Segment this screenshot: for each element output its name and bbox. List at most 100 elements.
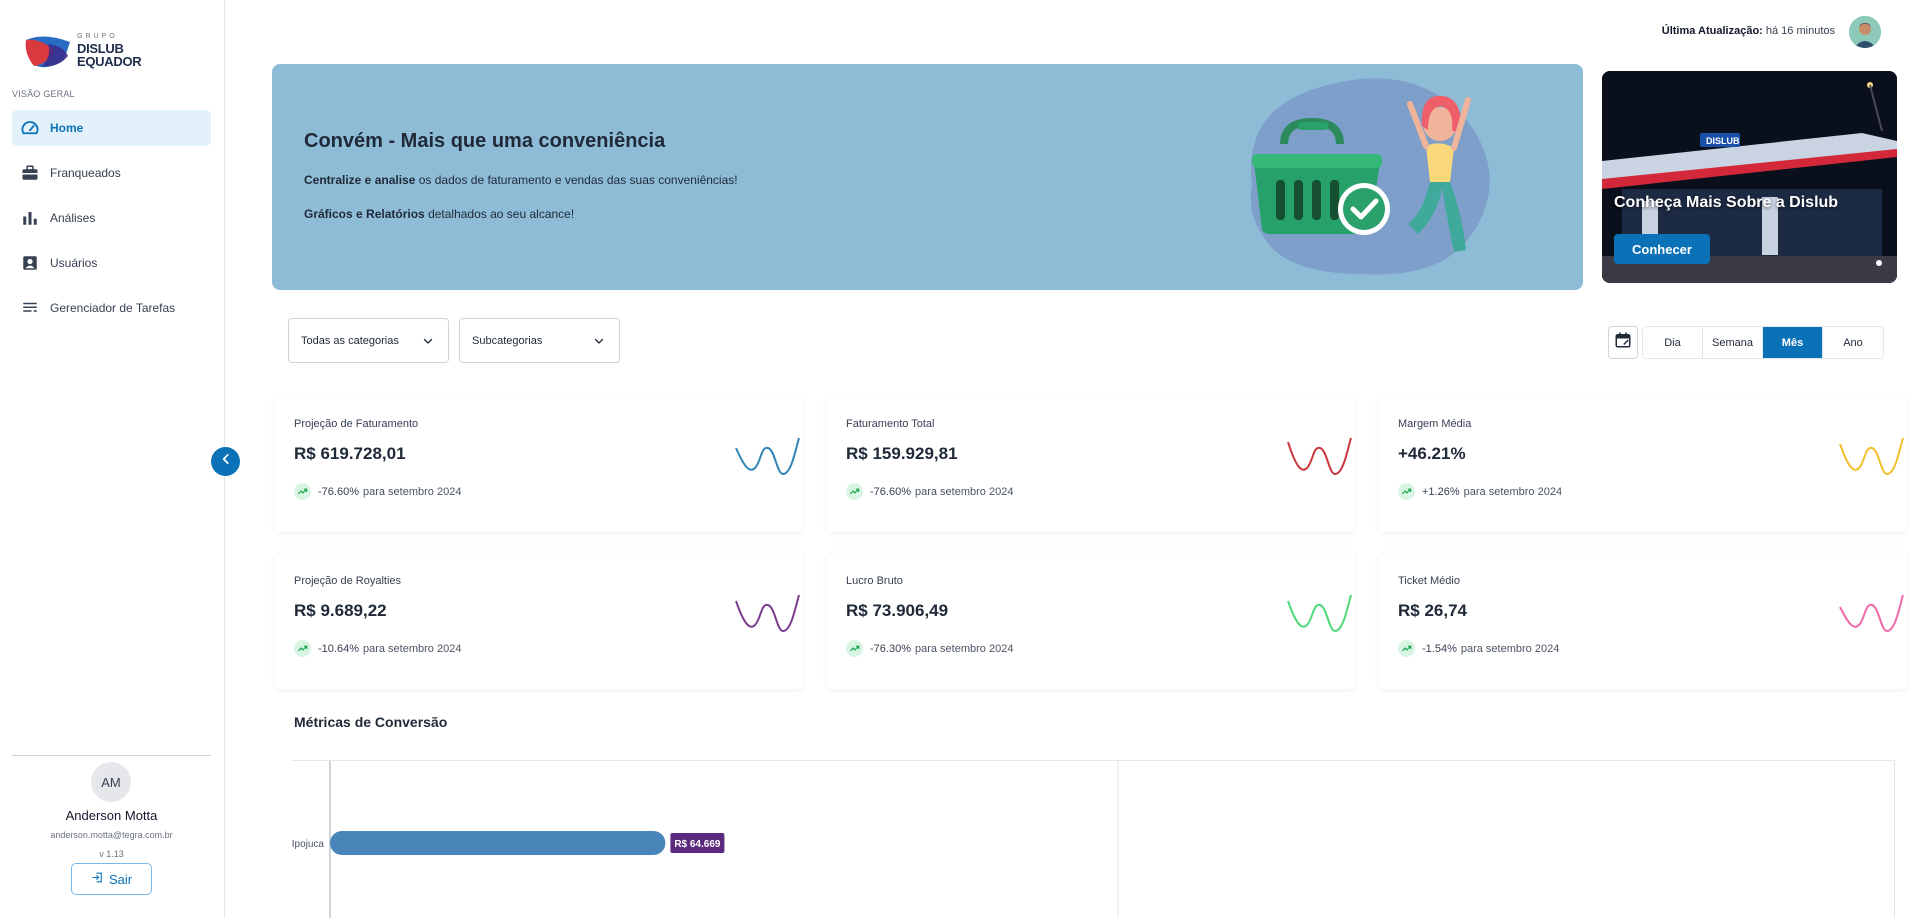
sidebar-item-label: Franqueados: [50, 166, 121, 180]
kpi-value: R$ 619.728,01: [294, 444, 406, 463]
kpi-card: Margem Média +46.21% +1.26% para setembr…: [1379, 396, 1907, 532]
calendar-button[interactable]: [1608, 326, 1638, 359]
kpi-sparkline: [1287, 437, 1352, 476]
sidebar-item-franqueados[interactable]: Franqueados: [12, 155, 211, 191]
trending-up-icon: [846, 640, 863, 657]
user-photo-icon: [1849, 16, 1881, 48]
promo-title: Conheça Mais Sobre a Dislub: [1614, 194, 1839, 211]
kpi-trend-pct: -76.60%: [318, 485, 359, 498]
last-update-value: há 16 minutos: [1765, 25, 1835, 37]
category-select[interactable]: Todas as categorias: [288, 318, 449, 363]
kpi-label: Projeção de Royalties: [294, 575, 402, 587]
briefcase-icon: [20, 163, 40, 183]
collapse-sidebar-button[interactable]: [211, 447, 240, 476]
sidebar-nav: Home Franqueados Análises Usuários Geren…: [12, 110, 211, 335]
sidebar-item-analises[interactable]: Análises: [12, 200, 211, 236]
hero-banner: Convém - Mais que uma conveniência Centr…: [272, 64, 1583, 290]
bar-chart-icon: [20, 208, 40, 228]
promo-card[interactable]: DISLUB Conheça Mais Sobre a Dislub Conhe…: [1602, 71, 1897, 283]
logout-button[interactable]: Sair: [71, 863, 152, 895]
carousel-dot[interactable]: [1876, 260, 1882, 266]
logo-mark: [25, 36, 70, 68]
sidebar: GRUPO DISLUB EQUADOR VISÃO GERAL Home Fr…: [0, 0, 225, 918]
sidebar-item-label: Usuários: [50, 256, 98, 270]
banner-line-2-bold: Gráficos e Relatórios: [304, 207, 425, 221]
logo[interactable]: GRUPO DISLUB EQUADOR: [24, 30, 154, 72]
period-month-button[interactable]: Mês: [1763, 327, 1823, 358]
list-icon: [20, 298, 40, 318]
banner-title: Convém - Mais que uma conveniência: [304, 130, 666, 152]
kpi-trend-pct: -76.30%: [870, 642, 911, 655]
kpi-sparkline: [1287, 594, 1352, 633]
logout-label: Sair: [108, 871, 133, 887]
kpi-trend-pct: +1.26%: [1422, 485, 1460, 498]
period-year-button[interactable]: Ano: [1823, 327, 1883, 358]
subcategory-select-value: Subcategorias: [472, 334, 543, 347]
conversion-chart-svg: Ipojuca R$ 64.669: [292, 761, 1119, 918]
kpi-trend-suffix: para setembro 2024: [362, 642, 462, 655]
kpi-trend: -10.64% para setembro 2024: [294, 640, 461, 657]
kpi-card: Ticket Médio R$ 26,74 -1.54% para setemb…: [1379, 553, 1907, 689]
kpi-trend-suffix: para setembro 2024: [914, 642, 1014, 655]
period-day-button[interactable]: Dia: [1643, 327, 1703, 358]
station-sign-text: DISLUB: [1706, 136, 1740, 146]
chevron-down-icon: [593, 335, 605, 350]
chart-bar: [330, 831, 666, 855]
sidebar-divider: [12, 755, 211, 756]
metrics-title: Métricas de Conversão: [294, 714, 448, 730]
kpi-label: Margem Média: [1398, 418, 1472, 430]
last-update: Última Atualização: há 16 minutos: [1620, 25, 1835, 37]
chart-data-label: R$ 64.669: [674, 839, 721, 850]
logo-line2: EQUADOR: [77, 54, 142, 69]
kpi-trend-pct: -76.60%: [870, 485, 911, 498]
sidebar-item-label: Gerenciador de Tarefas: [50, 301, 176, 315]
chart-category-label: Ipojuca: [292, 839, 324, 850]
banner-line-1-rest: os dados de faturamento e vendas das sua…: [418, 173, 738, 187]
kpi-trend-pct: -10.64%: [318, 642, 359, 655]
section-label: VISÃO GERAL: [12, 89, 75, 99]
user-email: anderson.motta@tegra.com.br: [50, 830, 173, 840]
banner-line-1: Centralize e analise os dados de faturam…: [304, 173, 738, 187]
kpi-value: R$ 73.906,49: [846, 601, 949, 620]
chevron-down-icon: [422, 335, 434, 350]
chevron-left-icon: [219, 452, 233, 471]
subcategory-select[interactable]: Subcategorias: [459, 318, 620, 363]
calendar-icon: [1614, 331, 1632, 354]
kpi-trend: -1.54% para setembro 2024: [1398, 640, 1559, 657]
banner-line-1-bold: Centralize e analise: [304, 173, 416, 187]
kpi-trend-suffix: para setembro 2024: [1463, 485, 1563, 498]
kpi-sparkline: [1839, 594, 1904, 633]
kpi-card: Projeção de Royalties R$ 9.689,22 -10.64…: [275, 553, 803, 689]
kpi-value: R$ 9.689,22: [294, 601, 387, 620]
kpi-sparkline: [735, 437, 800, 476]
trending-up-icon: [294, 483, 311, 500]
app-version: v 1.13: [99, 849, 124, 859]
dashboard-icon: [20, 118, 40, 138]
shopping-basket-illustration: [1250, 78, 1490, 275]
trending-up-icon: [294, 640, 311, 657]
kpi-trend-suffix: para setembro 2024: [914, 485, 1014, 498]
kpi-sparkline: [735, 594, 800, 633]
last-update-label: Última Atualização:: [1661, 25, 1763, 37]
sidebar-item-home[interactable]: Home: [12, 110, 211, 146]
filter-bar: Todas as categorias Subcategorias Dia Se…: [272, 307, 1897, 373]
avatar: AM: [91, 762, 131, 802]
user-avatar[interactable]: [1849, 16, 1881, 48]
sidebar-item-gerenciador[interactable]: Gerenciador de Tarefas: [12, 290, 211, 326]
kpi-value: R$ 159.929,81: [846, 444, 958, 463]
conversion-chart: Ipojuca R$ 64.669: [292, 760, 1895, 918]
period-week-button[interactable]: Semana: [1703, 327, 1763, 358]
kpi-trend-suffix: para setembro 2024: [1460, 642, 1560, 655]
user-badge-icon: [20, 253, 40, 273]
kpi-sparkline: [1839, 437, 1904, 476]
sidebar-item-label: Análises: [50, 211, 96, 225]
kpi-trend: +1.26% para setembro 2024: [1398, 483, 1562, 500]
app-root: GRUPO DISLUB EQUADOR VISÃO GERAL Home Fr…: [0, 0, 1918, 918]
know-more-button[interactable]: Conhecer: [1614, 234, 1710, 264]
banner-line-2-rest: detalhados ao seu alcance!: [428, 207, 575, 221]
logout-icon: [91, 871, 104, 887]
sidebar-item-usuarios[interactable]: Usuários: [12, 245, 211, 281]
kpi-label: Lucro Bruto: [846, 575, 903, 587]
trending-up-icon: [846, 483, 863, 500]
logo-grupo-text: GRUPO: [77, 33, 118, 40]
